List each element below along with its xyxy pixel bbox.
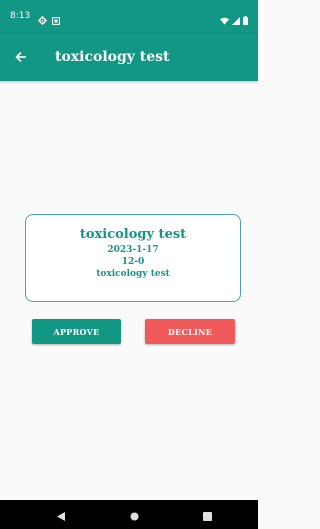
recents-square-icon [202,506,212,525]
status-time: 8:13 [10,11,31,21]
card-date: 2023-1-17 [107,245,159,255]
arrow-left-icon [15,48,27,67]
back-button[interactable] [10,46,32,68]
card-score: 12-0 [121,257,145,267]
screen: 8:13 toxicology test toxicology test 202… [0,0,258,529]
signal-icon [232,10,240,29]
approve-button[interactable]: APPROVE [32,319,121,344]
status-icons-left [38,10,61,29]
decline-button[interactable]: DECLINE [145,319,235,344]
nav-home-button[interactable] [125,506,143,524]
wifi-icon [220,10,229,29]
app-bar: toxicology test [0,34,258,81]
status-bar: 8:13 [0,0,258,34]
test-info-card: toxicology test 2023-1-17 12-0 toxicolog… [25,214,241,302]
notification-icon [51,10,61,29]
page-title: toxicology test [55,49,170,65]
system-nav-bar [0,500,258,529]
home-circle-icon [130,506,139,525]
status-icons-right [220,10,248,29]
battery-icon [243,10,248,29]
settings-icon [38,10,47,29]
back-triangle-icon [57,506,65,525]
card-title: toxicology test [79,227,187,242]
nav-recents-button[interactable] [198,506,216,524]
card-subtitle: toxicology test [96,269,170,279]
nav-back-button[interactable] [52,506,70,524]
